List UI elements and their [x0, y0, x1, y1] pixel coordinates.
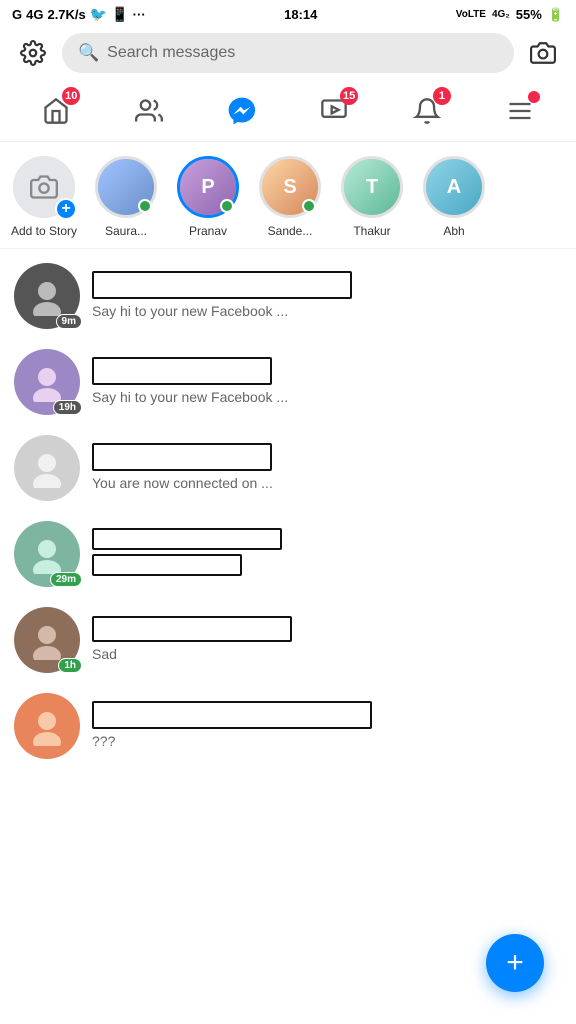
- chat-content-4: [92, 528, 562, 580]
- chat-avatar-wrap-6: [14, 693, 80, 759]
- home-badge: 10: [62, 87, 80, 105]
- chat-preview-6: ???: [92, 733, 115, 749]
- stories-row: + Add to Story Saura... P Pranav S Sande…: [0, 142, 576, 249]
- chat-avatar-6: [14, 693, 80, 759]
- dots-icon: ···: [133, 7, 146, 22]
- signal-text: G: [12, 7, 22, 22]
- status-bar: G 4G 2.7K/s 🐦 📱 ··· 18:14 VoLTE 4G₂ 55% …: [0, 0, 576, 27]
- settings-icon[interactable]: [14, 34, 52, 72]
- story-saura-label: Saura...: [105, 224, 147, 238]
- online-dot-pranav: [220, 199, 234, 213]
- nav-notifications[interactable]: 1: [403, 87, 451, 135]
- chat-name-2: [92, 357, 272, 385]
- 4g2-icon: 4G₂: [492, 9, 510, 20]
- chat-item-5[interactable]: 1h Sad: [0, 597, 576, 683]
- story-abh-avatar: A: [423, 156, 485, 218]
- chat-name-1: [92, 271, 352, 299]
- online-dot-saura: [138, 199, 152, 213]
- story-add-label: Add to Story: [11, 224, 77, 238]
- online-dot-sande: [302, 199, 316, 213]
- chat-avatar-wrap-2: 19h: [14, 349, 80, 415]
- story-pranav[interactable]: P Pranav: [174, 156, 242, 238]
- status-time: 18:14: [284, 7, 317, 22]
- chat-content-1: Say hi to your new Facebook ...: [92, 271, 562, 321]
- search-bar[interactable]: 🔍 Search messages: [62, 33, 514, 73]
- story-add-avatar: +: [13, 156, 75, 218]
- story-saura[interactable]: Saura...: [92, 156, 160, 238]
- watch-badge: 15: [340, 87, 358, 105]
- bell-badge: 1: [433, 87, 451, 105]
- battery-icon: 🔋: [548, 7, 564, 23]
- chat-item-2[interactable]: 19h Say hi to your new Facebook ...: [0, 339, 576, 425]
- story-pranav-label: Pranav: [189, 224, 227, 238]
- story-thakur-label: Thakur: [353, 224, 390, 238]
- chat-name-5: [92, 616, 292, 642]
- chat-preview-3: You are now connected on ...: [92, 475, 273, 491]
- status-right: VoLTE 4G₂ 55% 🔋: [456, 7, 564, 23]
- chat-name-4a: [92, 528, 282, 550]
- story-abh-label: Abh: [443, 224, 464, 238]
- story-abh[interactable]: A Abh: [420, 156, 488, 238]
- top-bar: 🔍 Search messages: [0, 27, 576, 79]
- chat-preview-5: Sad: [92, 646, 117, 662]
- status-left: G 4G 2.7K/s 🐦 📱 ···: [12, 6, 146, 23]
- menu-dot-badge: [528, 91, 540, 103]
- chat-item-3[interactable]: You are now connected on ...: [0, 425, 576, 511]
- chat-name-6: [92, 701, 372, 729]
- nav-watch[interactable]: 15: [310, 87, 358, 135]
- chat-content-3: You are now connected on ...: [92, 443, 562, 493]
- story-sande[interactable]: S Sande...: [256, 156, 324, 238]
- chat-avatar-wrap-1: 9m: [14, 263, 80, 329]
- story-sande-label: Sande...: [268, 224, 313, 238]
- time-badge-5: 1h: [58, 658, 82, 673]
- story-saura-avatar: [95, 156, 157, 218]
- battery-text: 55%: [516, 7, 542, 22]
- chat-avatar-wrap-3: [14, 435, 80, 501]
- story-plus-icon: +: [55, 198, 77, 220]
- nav-people[interactable]: [125, 87, 173, 135]
- nav-menu[interactable]: [496, 87, 544, 135]
- time-badge-2: 19h: [53, 400, 82, 415]
- chat-content-6: ???: [92, 701, 562, 751]
- chat-item-4[interactable]: 29m: [0, 511, 576, 597]
- chat-avatar-3: [14, 435, 80, 501]
- nav-home[interactable]: 10: [32, 87, 80, 135]
- search-icon: 🔍: [78, 43, 99, 63]
- nav-messenger[interactable]: [218, 87, 266, 135]
- chat-preview-1: Say hi to your new Facebook ...: [92, 303, 288, 319]
- chat-item-6[interactable]: ???: [0, 683, 576, 769]
- chat-list: 9m Say hi to your new Facebook ... 19h S…: [0, 249, 576, 773]
- volte-icon: VoLTE: [456, 9, 486, 20]
- story-thakur-avatar: T: [341, 156, 403, 218]
- story-sande-avatar: S: [259, 156, 321, 218]
- nav-bar: 10 15 1: [0, 79, 576, 142]
- chat-preview-2: Say hi to your new Facebook ...: [92, 389, 288, 405]
- chat-avatar-wrap-5: 1h: [14, 607, 80, 673]
- speed-text: 2.7K/s: [47, 7, 85, 22]
- chat-item-1[interactable]: 9m Say hi to your new Facebook ...: [0, 253, 576, 339]
- twitter-icon: 🐦: [90, 6, 107, 23]
- time-badge-4: 29m: [50, 572, 82, 587]
- chat-avatar-wrap-4: 29m: [14, 521, 80, 587]
- signal-4g: 4G: [26, 7, 43, 22]
- fab-plus-icon: +: [506, 946, 524, 980]
- story-pranav-avatar: P: [177, 156, 239, 218]
- story-thakur[interactable]: T Thakur: [338, 156, 406, 238]
- chat-name-3: [92, 443, 272, 471]
- chat-content-5: Sad: [92, 616, 562, 664]
- screen-icon: 📱: [111, 6, 128, 23]
- search-placeholder: Search messages: [107, 44, 235, 62]
- camera-button[interactable]: [524, 34, 562, 72]
- compose-fab[interactable]: +: [486, 934, 544, 992]
- chat-content-2: Say hi to your new Facebook ...: [92, 357, 562, 407]
- time-badge-1: 9m: [56, 314, 82, 329]
- chat-name-4b: [92, 554, 242, 576]
- story-add[interactable]: + Add to Story: [10, 156, 78, 238]
